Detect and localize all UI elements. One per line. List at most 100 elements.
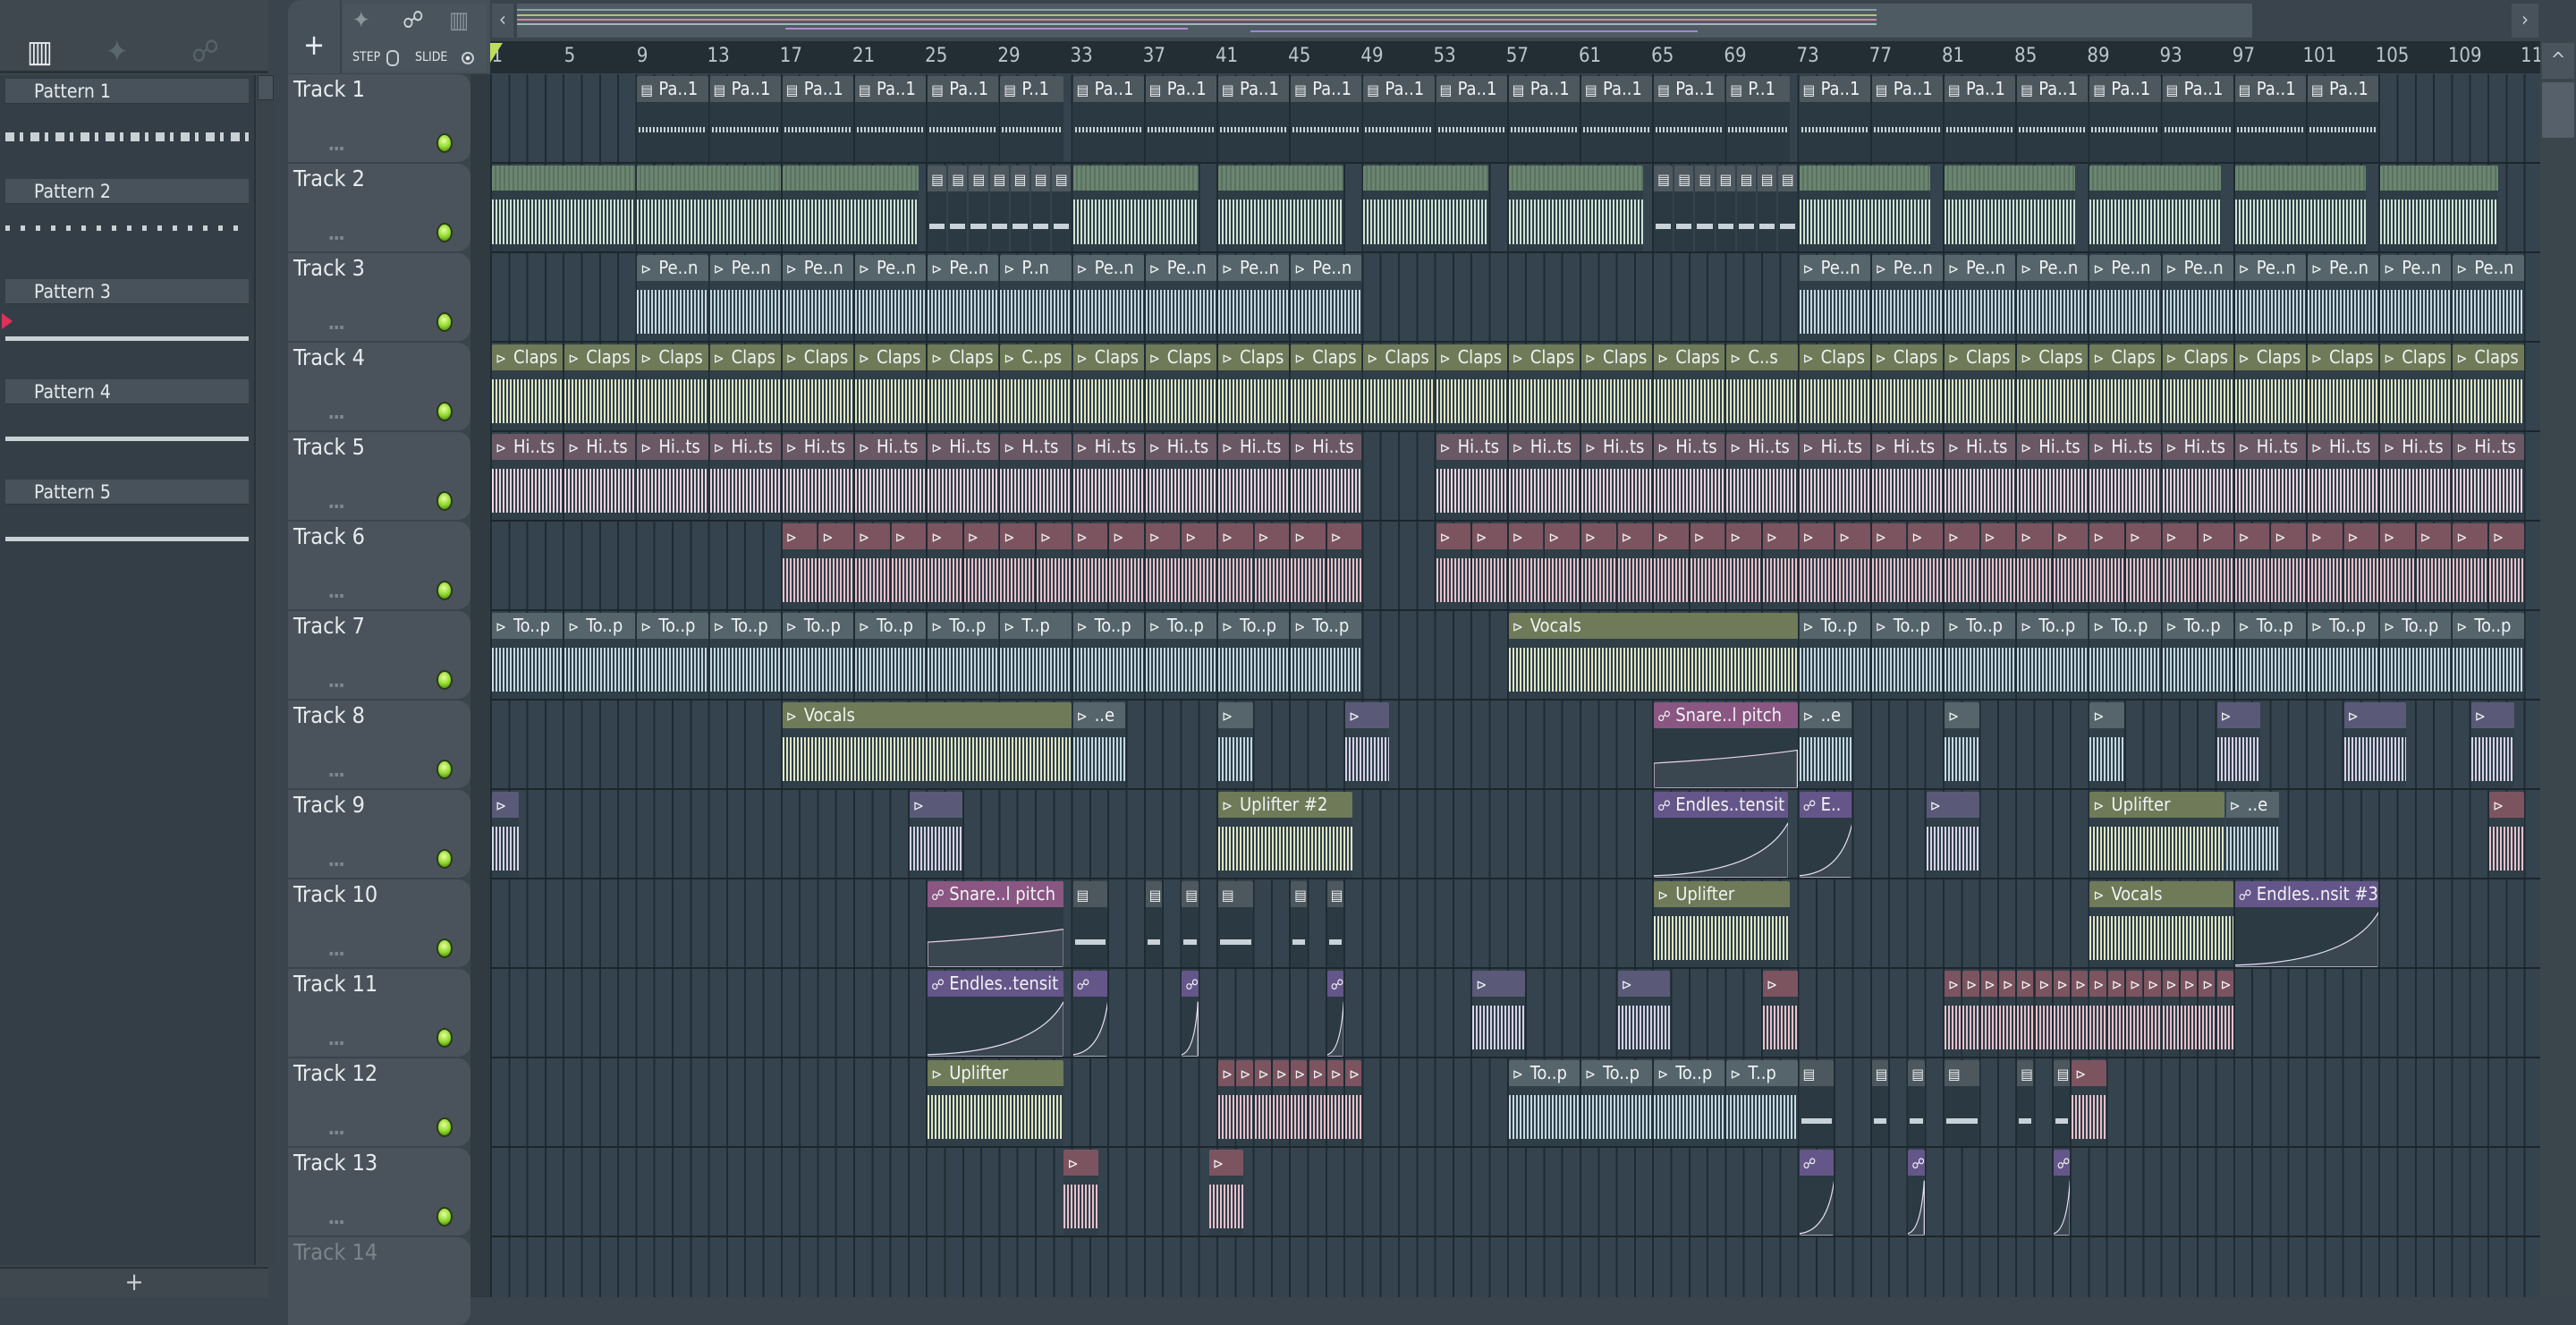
audio-clip[interactable]: ⊳	[2343, 702, 2406, 788]
audio-clip[interactable]: ⊳ Hi..ts	[855, 434, 927, 520]
pattern-clip[interactable]: ▤ P..1	[1726, 76, 1791, 162]
track-mute-led[interactable]	[436, 223, 453, 242]
pattern-clip[interactable]: ▤ Pa..1	[2017, 76, 2089, 162]
audio-clip[interactable]: ⊳	[2216, 702, 2261, 788]
audio-clip[interactable]: ⊳	[1345, 1060, 1362, 1146]
audio-clip[interactable]: ⊳	[1998, 971, 2016, 1057]
audio-clip[interactable]: ⊳	[1145, 523, 1181, 609]
automation-clip[interactable]: ☍ Endles..tensit	[928, 971, 1064, 1057]
audio-clip[interactable]: ⊳	[1690, 523, 1725, 609]
audio-clip[interactable]: ⊳	[2162, 523, 2198, 609]
audio-clip[interactable]: ⊳ To..p	[1581, 1060, 1653, 1146]
scroll-right-button[interactable]: ›	[2512, 4, 2538, 38]
audio-clip[interactable]: ⊳ H..ts	[1000, 434, 1072, 520]
audio-clip[interactable]: ⊳ Hi..ts	[1508, 434, 1580, 520]
audio-clip[interactable]: ⊳ Pe..n	[1145, 255, 1216, 341]
pattern-clip[interactable]: ▤	[1757, 166, 1777, 251]
track-options-icon[interactable]: ▪▪▪	[329, 323, 345, 331]
audio-clip[interactable]	[1072, 166, 1199, 251]
track-options-icon[interactable]: ▪▪▪	[329, 949, 345, 957]
audio-clip[interactable]: ⊳	[1945, 971, 1962, 1057]
automation-clip[interactable]: ☍ Endles..nsit #3	[2234, 881, 2379, 967]
audio-clip[interactable]: ⊳	[2144, 971, 2161, 1057]
audio-clip[interactable]: ⊳ Hi..ts	[1945, 434, 2016, 520]
audio-clip[interactable]: ⊳ To..p	[782, 613, 853, 699]
pattern-clip[interactable]: ▤ Pa..1	[1799, 76, 1870, 162]
audio-clip[interactable]: ⊳	[2343, 523, 2379, 609]
track-header[interactable]: Track 3 ▪▪▪	[288, 253, 470, 341]
pattern-clip[interactable]: ▤ Pa..1	[2089, 76, 2161, 162]
audio-clip[interactable]	[1799, 166, 1930, 251]
audio-wave-icon[interactable]: ✦	[106, 34, 129, 70]
audio-clip[interactable]: ⊳	[963, 523, 999, 609]
pattern-clip[interactable]: ▤	[2053, 1060, 2071, 1146]
audio-clip[interactable]: ⊳ Hi..ts	[1218, 434, 1290, 520]
audio-clip[interactable]: ⊳ Pe..n	[2017, 255, 2089, 341]
audio-clip[interactable]: ⊳	[2271, 523, 2306, 609]
audio-clip[interactable]: ⊳	[1472, 523, 1507, 609]
track-options-icon[interactable]: ▪▪▪	[329, 860, 345, 868]
audio-clip[interactable]: ⊳ To..p	[855, 613, 927, 699]
audio-clip[interactable]: ⊳ T..p	[1000, 613, 1072, 699]
audio-clip[interactable]: ⊳	[1218, 1060, 1235, 1146]
audio-clip[interactable]: ⊳ Uplifter	[928, 1060, 1064, 1146]
audio-clip[interactable]: ⊳	[2380, 523, 2415, 609]
audio-clip[interactable]: ⊳	[1254, 1060, 1271, 1146]
audio-clip[interactable]: ⊳	[1980, 523, 2016, 609]
audio-clip[interactable]: ⊳ Pe..n	[709, 255, 781, 341]
audio-clip[interactable]: ⊳	[2089, 702, 2124, 788]
audio-clip[interactable]	[492, 166, 636, 251]
audio-clip[interactable]: ⊳ Hi..ts	[709, 434, 781, 520]
audio-clip[interactable]: ⊳ To..p	[564, 613, 636, 699]
audio-clip[interactable]: ⊳	[1763, 971, 1798, 1057]
audio-clip[interactable]: ⊳	[782, 523, 818, 609]
audio-clip[interactable]: ⊳ Hi..ts	[2453, 434, 2524, 520]
audio-clip[interactable]: ⊳ Claps	[1945, 344, 2016, 430]
audio-clip[interactable]: ⊳ To..p	[1654, 1060, 1725, 1146]
audio-clip[interactable]: ⊳	[1871, 523, 1907, 609]
track-mute-led[interactable]	[436, 1207, 453, 1227]
audio-clip[interactable]: ⊳ Hi..ts	[637, 434, 708, 520]
pattern-item[interactable]: Pattern 3	[2, 279, 249, 379]
audio-clip[interactable]: ⊳ Hi..ts	[564, 434, 636, 520]
track-header[interactable]: Track 9 ▪▪▪	[288, 790, 470, 878]
track-header[interactable]: Track 4 ▪▪▪	[288, 343, 470, 430]
audio-clip[interactable]: ⊳	[818, 523, 853, 609]
audio-clip[interactable]: ⊳ Hi..ts	[2089, 434, 2161, 520]
audio-clip[interactable]: ⊳	[2017, 523, 2052, 609]
audio-clip[interactable]: ⊳ To..p	[1508, 1060, 1580, 1146]
audio-clip[interactable]: ⊳	[1218, 702, 1253, 788]
pattern-clip[interactable]: ▤	[1908, 1060, 1925, 1146]
pattern-clip[interactable]: ▤	[969, 166, 988, 251]
scrollbar-thumb[interactable]	[258, 75, 274, 100]
audio-clip[interactable]: ⊳	[2053, 523, 2089, 609]
track-mute-led[interactable]	[436, 1117, 453, 1137]
pattern-clip[interactable]: ▤ Pa..1	[2234, 76, 2306, 162]
audio-clip[interactable]: ⊳ Hi..ts	[1799, 434, 1870, 520]
audio-clip[interactable]: ⊳	[2199, 523, 2233, 609]
audio-clip[interactable]	[782, 166, 919, 251]
audio-clip[interactable]: ⊳	[2162, 971, 2179, 1057]
audio-clip[interactable]: ⊳ Pe..n	[1799, 255, 1870, 341]
timeline-ruler[interactable]: 1 5 9 13 17 21 25 29 33 37 41 45 49 53 57 61 65 69 73 77 81 8…	[490, 41, 2540, 73]
audio-clip[interactable]	[1945, 166, 2076, 251]
pattern-clip[interactable]: ▤	[1716, 166, 1735, 251]
audio-clip[interactable]: ⊳	[1272, 1060, 1290, 1146]
audio-clip[interactable]: ⊳	[2089, 523, 2124, 609]
automation-clip[interactable]: ☍	[1326, 971, 1344, 1057]
track-header[interactable]: Track 5 ▪▪▪	[288, 432, 470, 520]
audio-clip-icon[interactable]: ✦	[352, 7, 370, 34]
audio-clip[interactable]: ⊳ Hi..ts	[782, 434, 853, 520]
automation-clip[interactable]: ☍	[1799, 1150, 1835, 1236]
audio-clip[interactable]: ⊳ Claps	[2453, 344, 2524, 430]
track-header[interactable]: Track 7 ▪▪▪	[288, 611, 470, 699]
audio-clip[interactable]: ⊳ Pe..n	[2453, 255, 2524, 341]
pattern-item[interactable]: Pattern 4	[5, 379, 249, 480]
audio-clip[interactable]: ⊳	[2308, 523, 2343, 609]
audio-clip[interactable]: ⊳ Vocals	[2089, 881, 2233, 967]
pattern-clip[interactable]: ▤	[1778, 166, 1798, 251]
audio-clip[interactable]: ⊳	[2072, 971, 2089, 1057]
audio-clip[interactable]: ⊳ Claps	[1654, 344, 1725, 430]
audio-clip[interactable]: ⊳	[1763, 523, 1798, 609]
track-options-icon[interactable]: ▪▪▪	[329, 144, 345, 152]
